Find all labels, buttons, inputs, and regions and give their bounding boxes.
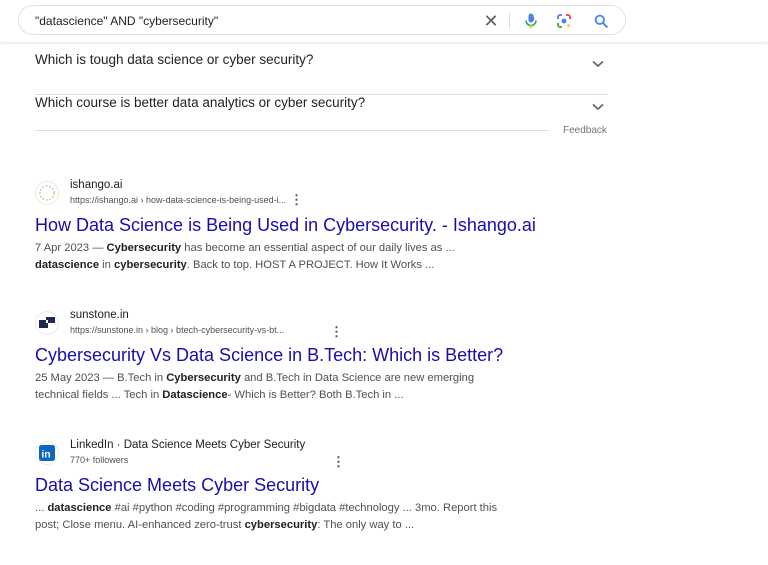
google-lens-icon[interactable] <box>554 11 574 31</box>
snippet-line: datascience in cybersecurity. Back to to… <box>35 257 555 274</box>
snippet-text: : The only way to ... <box>317 519 415 531</box>
search-input[interactable]: "datascience" AND "cybersecurity" <box>35 14 218 28</box>
result-url[interactable]: https://sunstone.in › blog › btech-cyber… <box>70 325 284 335</box>
result-site-name[interactable]: sunstone.in <box>70 309 129 321</box>
snippet-highlight: cybersecurity <box>244 519 318 531</box>
snippet-text: #ai #python #coding #programming #bigdat… <box>111 502 498 514</box>
sunstone-favicon-icon <box>35 311 59 335</box>
snippet-text: . Back to top. HOST A PROJECT. How It Wo… <box>186 259 435 271</box>
linkedin-favicon-icon: in <box>35 441 59 465</box>
snippet-highlight: datascience <box>47 502 112 514</box>
paa-question-1[interactable]: Which is tough data science or cyber sec… <box>35 52 608 95</box>
snippet-highlight: Datascience <box>162 389 228 401</box>
svg-text:in: in <box>41 449 50 461</box>
snippet-highlight: datascience <box>35 259 100 271</box>
snippet-line: 7 Apr 2023 — Cybersecurity has become an… <box>35 240 555 257</box>
snippet-text: post; Close menu. AI-enhanced zero-trust <box>35 519 245 531</box>
snippet-text: in <box>99 259 114 271</box>
paa-question-text: Which course is better data analytics or… <box>35 95 366 110</box>
snippet-line: 25 May 2023 — B.Tech in Cybersecurity an… <box>35 370 555 387</box>
result-title[interactable]: How Data Science is Being Used in Cybers… <box>35 215 536 236</box>
result-snippet: 7 Apr 2023 — Cybersecurity has become an… <box>35 240 555 274</box>
more-options-icon[interactable]: ⋮ <box>332 455 345 468</box>
result-site-name[interactable]: LinkedIn · Data Science Meets Cyber Secu… <box>70 439 305 451</box>
ishango-favicon-icon <box>35 181 59 205</box>
snippet-text: technical fields ... Tech in <box>35 389 163 401</box>
result-title[interactable]: Data Science Meets Cyber Security <box>35 475 319 496</box>
snippet-highlight: Cybersecurity <box>166 372 241 384</box>
microphone-icon[interactable] <box>521 11 541 31</box>
more-options-icon[interactable]: ⋮ <box>330 325 343 338</box>
close-icon[interactable]: ✕ <box>481 11 501 31</box>
snippet-text: has become an essential aspect of our da… <box>181 242 455 254</box>
snippet-line: ... datascience #ai #python #coding #pro… <box>35 500 555 517</box>
more-options-icon[interactable]: ⋮ <box>290 193 303 206</box>
result-title[interactable]: Cybersecurity Vs Data Science in B.Tech:… <box>35 345 503 366</box>
snippet-text: 25 May 2023 — B.Tech in <box>35 372 167 384</box>
snippet-line: technical fields ... Tech in Datascience… <box>35 387 555 404</box>
search-box[interactable]: "datascience" AND "cybersecurity" ✕ <box>18 5 626 35</box>
snippet-text: 7 Apr 2023 — <box>35 242 107 254</box>
paa-question-2[interactable]: Which course is better data analytics or… <box>35 95 608 125</box>
snippet-text: ... <box>35 502 48 514</box>
snippet-highlight: Cybersecurity <box>106 242 182 254</box>
chevron-down-icon[interactable] <box>592 98 606 112</box>
search-icon[interactable] <box>591 11 611 31</box>
result-followers: 770+ followers <box>70 455 129 465</box>
snippet-text: and B.Tech in Data Science are new emerg… <box>240 372 475 384</box>
result-snippet: 25 May 2023 — B.Tech in Cybersecurity an… <box>35 370 555 404</box>
result-site-name[interactable]: ishango.ai <box>70 179 122 191</box>
search-divider <box>509 13 510 29</box>
paa-question-text: Which is tough data science or cyber sec… <box>35 52 314 67</box>
chevron-down-icon[interactable] <box>592 55 606 69</box>
snippet-line: post; Close menu. AI-enhanced zero-trust… <box>35 517 555 534</box>
feedback-link[interactable]: Feedback <box>563 125 607 136</box>
search-header: "datascience" AND "cybersecurity" ✕ <box>0 0 768 42</box>
result-url[interactable]: https://ishango.ai › how-data-science-is… <box>70 195 286 205</box>
feedback-divider <box>35 130 549 131</box>
snippet-highlight: cybersecurity <box>114 259 187 271</box>
result-snippet: ... datascience #ai #python #coding #pro… <box>35 500 555 534</box>
snippet-text: - Which is Better? Both B.Tech in ... <box>227 389 404 401</box>
